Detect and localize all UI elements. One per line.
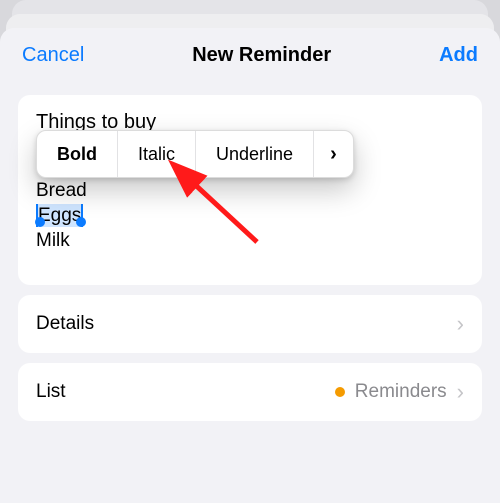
notes-line-2-selected: Eggs	[36, 203, 464, 228]
new-reminder-sheet: Cancel New Reminder Add Things to buy Br…	[0, 28, 500, 503]
page-title: New Reminder	[192, 44, 331, 67]
chevron-right-icon: ›	[457, 379, 464, 405]
list-label: List	[36, 381, 66, 403]
list-color-dot-icon	[335, 387, 345, 397]
more-formats-button[interactable]: ›	[314, 131, 353, 177]
chevron-right-icon: ›	[330, 143, 337, 166]
bold-button[interactable]: Bold	[37, 131, 118, 177]
notes-line-3: Milk	[36, 228, 464, 253]
add-button[interactable]: Add	[439, 44, 478, 67]
cancel-button[interactable]: Cancel	[22, 44, 84, 67]
italic-button[interactable]: Italic	[118, 131, 196, 177]
list-row[interactable]: List Reminders ›	[18, 363, 482, 421]
list-value-group: Reminders ›	[335, 379, 464, 405]
reminder-edit-card[interactable]: Things to buy Bread Eggs Milk	[18, 95, 482, 285]
underline-button[interactable]: Underline	[196, 131, 314, 177]
notes-line-1: Bread	[36, 178, 464, 203]
text-format-popover: Bold Italic Underline ›	[36, 130, 354, 178]
reminder-notes-field[interactable]: Bread Eggs Milk	[36, 178, 464, 253]
chevron-right-icon: ›	[457, 311, 464, 337]
details-row[interactable]: Details ›	[18, 295, 482, 353]
details-label: Details	[36, 313, 94, 335]
nav-bar: Cancel New Reminder Add	[0, 44, 500, 85]
list-name-value: Reminders	[355, 381, 447, 403]
